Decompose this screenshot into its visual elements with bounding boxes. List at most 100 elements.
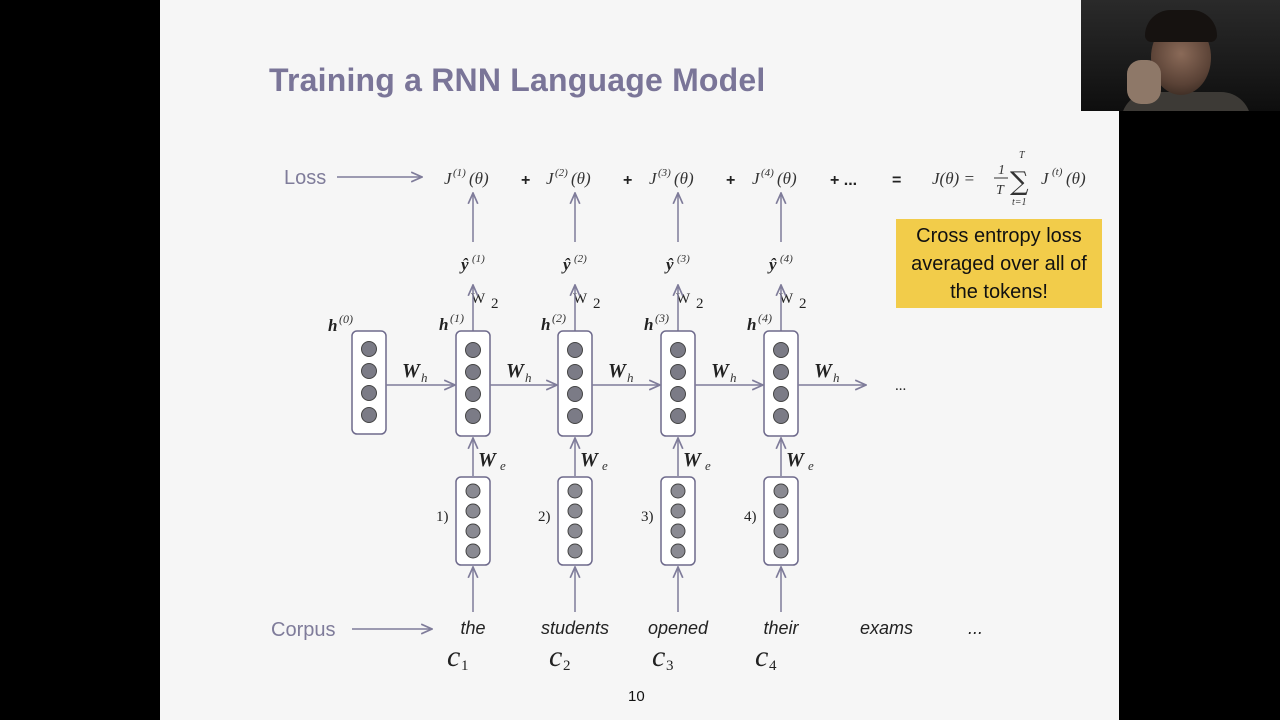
callout-line: Cross entropy loss bbox=[916, 224, 1082, 247]
sum-term: J bbox=[1041, 169, 1050, 188]
yhat-sup: (2) bbox=[574, 253, 587, 265]
corpus-token-c: c bbox=[549, 640, 562, 673]
corpus-word-opened: opened bbox=[648, 618, 709, 638]
sum-lower: t=1 bbox=[1012, 197, 1027, 208]
we-label: W bbox=[478, 449, 497, 471]
plus-sign: + bbox=[521, 172, 530, 189]
hidden-sup: (2) bbox=[552, 311, 566, 325]
corpus-word-students: students bbox=[541, 618, 609, 638]
w2-sub: 2 bbox=[593, 296, 601, 312]
loss-term-sup: (2) bbox=[555, 167, 568, 179]
hidden-neuron bbox=[670, 364, 686, 380]
hidden-neuron bbox=[567, 342, 583, 358]
embedding-neuron bbox=[773, 503, 789, 519]
wh-sub: h bbox=[627, 370, 634, 385]
callout-line: averaged over all of bbox=[911, 252, 1087, 275]
hidden-neuron bbox=[567, 386, 583, 402]
wh-label: W bbox=[711, 360, 730, 382]
loss-term-sup: (1) bbox=[453, 167, 466, 179]
hidden-label: h bbox=[439, 315, 448, 334]
embedding-neuron bbox=[465, 503, 481, 519]
loss-term-j: J bbox=[444, 169, 453, 188]
embedding-neuron bbox=[670, 503, 686, 519]
embedding-label: 1) bbox=[436, 509, 449, 525]
equals-sign: = bbox=[892, 172, 901, 189]
corpus-token-c: c bbox=[652, 640, 665, 673]
embedding-neuron bbox=[670, 483, 686, 499]
hidden-neuron bbox=[773, 342, 789, 358]
hidden-neuron bbox=[773, 408, 789, 424]
webcam-hand bbox=[1127, 60, 1161, 104]
yhat-sup: (3) bbox=[677, 253, 690, 265]
plus-ellipsis: + ... bbox=[830, 172, 857, 189]
sum-sign: ∑ bbox=[1010, 167, 1029, 197]
hidden-ellipsis: ... bbox=[895, 378, 906, 394]
plus-sign: + bbox=[623, 172, 632, 189]
wh-sub: h bbox=[730, 370, 737, 385]
yhat-label: ŷ bbox=[561, 255, 571, 274]
corpus-token-sub: 1 bbox=[461, 658, 469, 674]
corpus-token-sub: 3 bbox=[666, 658, 674, 674]
corpus-token-c: c bbox=[755, 640, 768, 673]
page-number: 10 bbox=[628, 688, 645, 705]
hidden-neuron bbox=[670, 408, 686, 424]
corpus-token-sub: 4 bbox=[769, 658, 777, 674]
hidden-neuron bbox=[465, 386, 481, 402]
hidden-neuron bbox=[773, 364, 789, 380]
corpus-token-c: c bbox=[447, 640, 460, 673]
hidden-neuron bbox=[567, 408, 583, 424]
yhat-label: ŷ bbox=[664, 255, 674, 274]
w2-sub: 2 bbox=[799, 296, 807, 312]
sum-upper: T bbox=[1019, 150, 1026, 161]
yhat-label: ŷ bbox=[459, 255, 469, 274]
wh-sub: h bbox=[833, 370, 840, 385]
hidden-neuron bbox=[670, 342, 686, 358]
embedding-neuron bbox=[567, 543, 583, 559]
loss-term-sup: (3) bbox=[658, 167, 671, 179]
corpus-token-sub: 2 bbox=[563, 658, 571, 674]
wh-label: W bbox=[506, 360, 525, 382]
loss-term-j: J bbox=[649, 169, 658, 188]
loss-term-arg: (θ) bbox=[777, 169, 797, 188]
loss-label: Loss bbox=[284, 167, 326, 189]
sum-term-sup: (t) bbox=[1052, 166, 1063, 178]
we-sub: e bbox=[500, 458, 506, 473]
hidden-neuron bbox=[773, 386, 789, 402]
corpus-word-their: their bbox=[763, 618, 799, 638]
we-sub: e bbox=[705, 458, 711, 473]
hidden-label: h bbox=[644, 315, 653, 334]
w2-sub: 2 bbox=[491, 296, 499, 312]
embedding-label: 4) bbox=[744, 509, 757, 525]
callout-line: the tokens! bbox=[950, 280, 1048, 303]
rnn-diagram: Loss Corpus h (0) J (1) (θ) +ŷ (1)W 2h (1)W hW e… bbox=[271, 150, 1086, 674]
hidden-sup: (3) bbox=[655, 311, 669, 325]
embedding-neuron bbox=[670, 543, 686, 559]
h0-sup: (0) bbox=[339, 312, 353, 326]
hidden-neuron bbox=[567, 364, 583, 380]
wh-label: W bbox=[402, 360, 421, 382]
corpus-ellipsis: ... bbox=[968, 618, 983, 638]
we-label: W bbox=[683, 449, 702, 471]
hidden-label: h bbox=[747, 315, 756, 334]
wh-sub: h bbox=[525, 370, 532, 385]
loss-term-j: J bbox=[546, 169, 555, 188]
cross-entropy-callout: Cross entropy loss averaged over all of … bbox=[896, 219, 1102, 308]
wh-sub: h bbox=[421, 370, 428, 385]
we-label: W bbox=[786, 449, 805, 471]
we-sub: e bbox=[808, 458, 814, 473]
embedding-label: 2) bbox=[538, 509, 551, 525]
embedding-neuron bbox=[465, 523, 481, 539]
loss-term-arg: (θ) bbox=[674, 169, 694, 188]
corpus-word-exams: exams bbox=[860, 618, 913, 638]
corpus-label: Corpus bbox=[271, 619, 335, 641]
embedding-neuron bbox=[670, 523, 686, 539]
embedding-neuron bbox=[567, 483, 583, 499]
hidden-neuron bbox=[465, 408, 481, 424]
frac-num: 1 bbox=[998, 163, 1005, 178]
webcam-hair bbox=[1145, 10, 1217, 42]
hidden-sup: (4) bbox=[758, 311, 772, 325]
yhat-sup: (4) bbox=[780, 253, 793, 265]
embedding-neuron bbox=[567, 503, 583, 519]
sum-term-arg: (θ) bbox=[1066, 169, 1086, 188]
frac-den: T bbox=[996, 183, 1005, 198]
